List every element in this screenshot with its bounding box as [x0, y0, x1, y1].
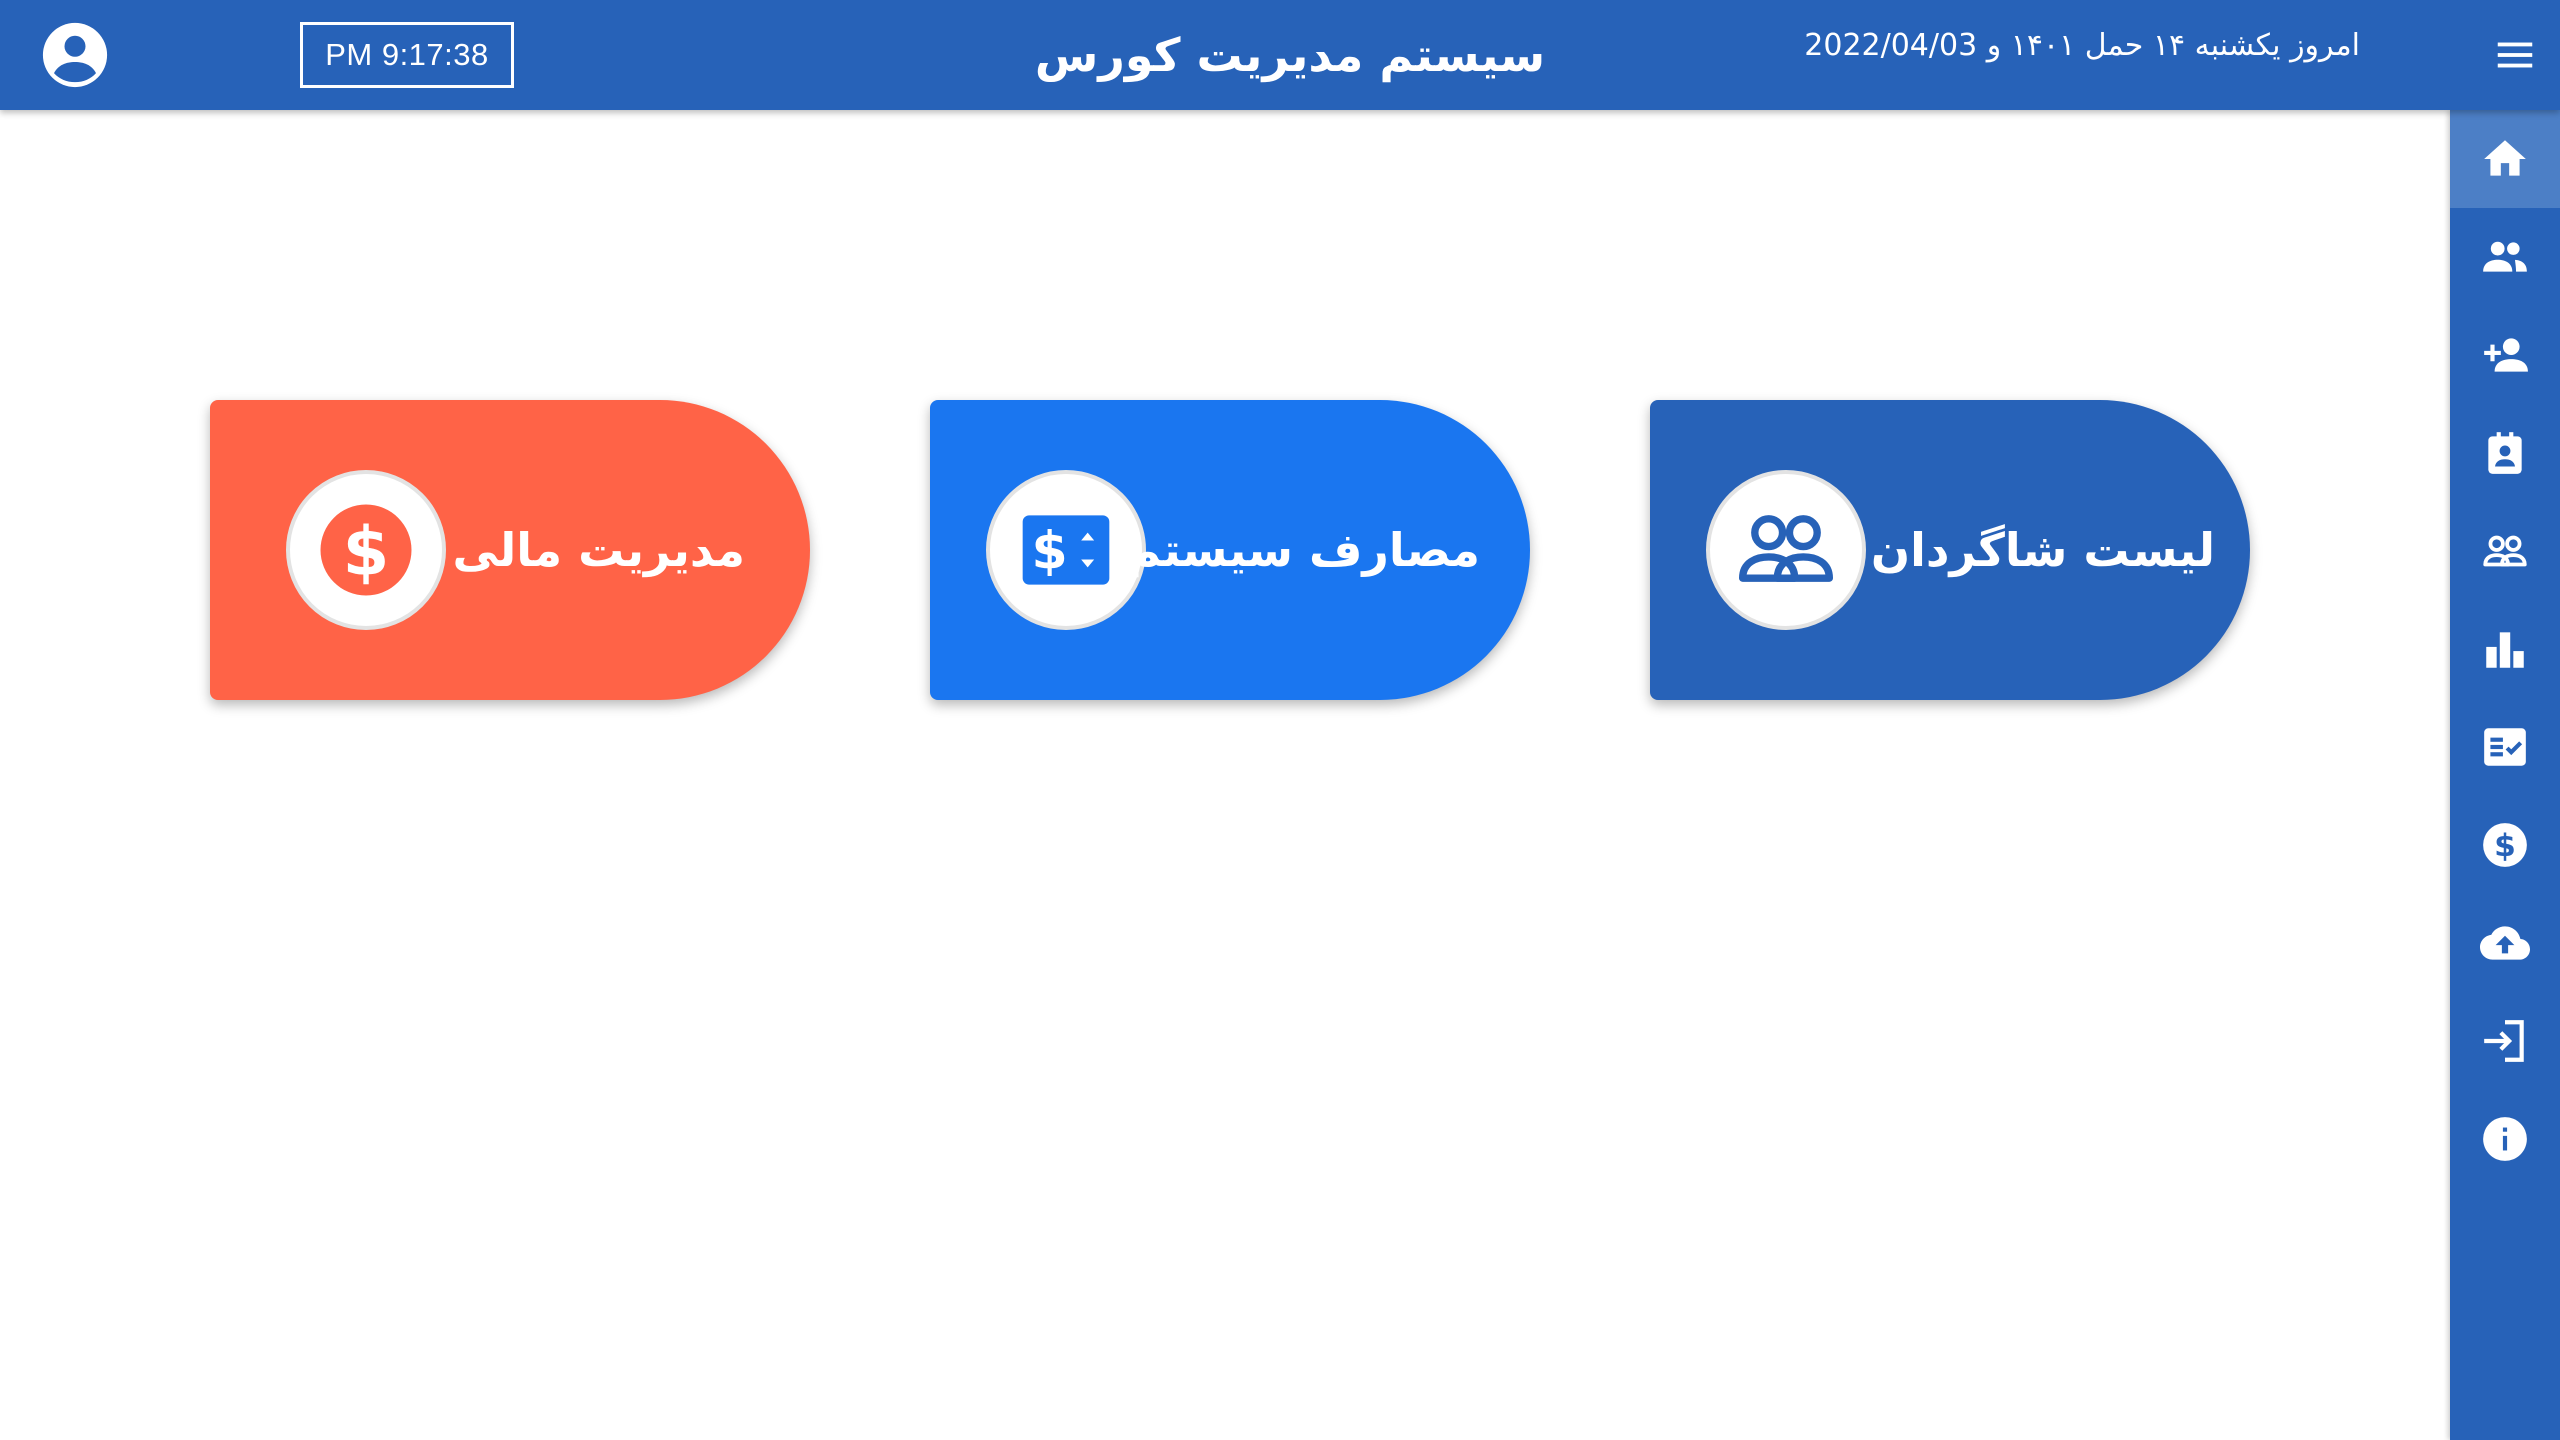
dollar-circle-icon: $	[2483, 823, 2527, 867]
price-change-icon: $	[1022, 515, 1110, 585]
people-outline-icon	[1738, 515, 1834, 582]
card-icon-circle	[1706, 470, 1866, 630]
fact-check-icon	[2484, 728, 2526, 766]
financial-management-card[interactable]: $ مدیریت مالی	[210, 400, 810, 700]
sidebar-item-add-student[interactable]	[2450, 306, 2560, 404]
sidebar-item-attendance[interactable]	[2450, 698, 2560, 796]
sidebar-item-reports[interactable]	[2450, 600, 2560, 698]
current-date: امروز یکشنبه ۱۴ حمل ۱۴۰۱ و 2022/04/03	[1804, 28, 2360, 63]
people-icon	[2483, 241, 2527, 272]
card-icon-circle: $	[286, 470, 446, 630]
system-expenses-card[interactable]: $ مصارف سیستم	[930, 400, 1530, 700]
menu-button[interactable]	[2492, 32, 2538, 78]
sidebar-item-backup[interactable]	[2450, 894, 2560, 992]
svg-text:$: $	[343, 512, 390, 590]
side-navigation: $	[2450, 110, 2560, 1440]
sidebar-item-about[interactable]	[2450, 1090, 2560, 1188]
hamburger-menu-icon	[2497, 42, 2533, 68]
card-label: لیست شاگردان	[1870, 523, 2215, 577]
sidebar-item-login[interactable]	[2450, 992, 2560, 1090]
svg-text:$: $	[1031, 522, 1067, 582]
home-icon	[2484, 140, 2526, 176]
clock-display: PM 9:17:38	[300, 22, 514, 88]
sidebar-item-groups[interactable]	[2450, 502, 2560, 600]
sidebar-item-finance[interactable]: $	[2450, 796, 2560, 894]
svg-text:$: $	[2494, 828, 2516, 864]
card-label: مصارف سیستم	[1127, 523, 1480, 577]
card-label: مدیریت مالی	[452, 523, 746, 577]
badge-icon	[2488, 432, 2522, 474]
people-outline-icon	[2483, 535, 2527, 567]
student-list-card[interactable]: لیست شاگردان	[1650, 400, 2250, 700]
account-button[interactable]	[40, 20, 110, 90]
bar-chart-icon	[2486, 632, 2524, 668]
card-icon-circle: $	[986, 470, 1146, 630]
sidebar-item-home[interactable]	[2450, 110, 2560, 208]
dollar-circle-icon: $	[320, 504, 412, 596]
top-app-bar: PM 9:17:38 سیستم مدیریت کورس امروز یکشنب…	[0, 0, 2560, 110]
person-add-icon	[2484, 338, 2528, 372]
login-icon	[2484, 1020, 2524, 1062]
account-circle-icon	[42, 22, 108, 88]
sidebar-item-people[interactable]	[2450, 208, 2560, 306]
sidebar-item-badge[interactable]	[2450, 404, 2560, 502]
info-icon	[2483, 1117, 2527, 1161]
cloud-upload-icon	[2480, 926, 2530, 960]
